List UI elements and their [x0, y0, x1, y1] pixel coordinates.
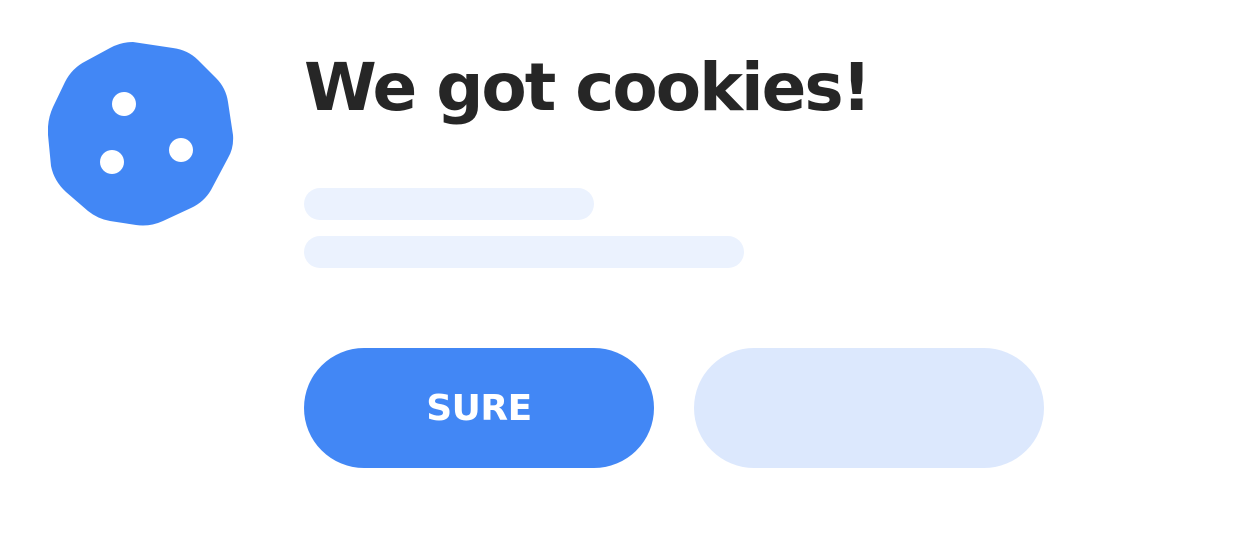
text-placeholder-line: [304, 236, 744, 268]
accept-cookies-button[interactable]: SURE: [304, 348, 654, 468]
cookie-shape: [48, 42, 234, 226]
cookie-icon: [48, 42, 234, 226]
dialog-title: We got cookies!: [304, 49, 872, 126]
cookie-chip: [100, 150, 124, 174]
cookie-chip: [112, 92, 136, 116]
secondary-button[interactable]: [694, 348, 1044, 468]
cookie-chip: [169, 138, 193, 162]
text-placeholder-line: [304, 188, 594, 220]
